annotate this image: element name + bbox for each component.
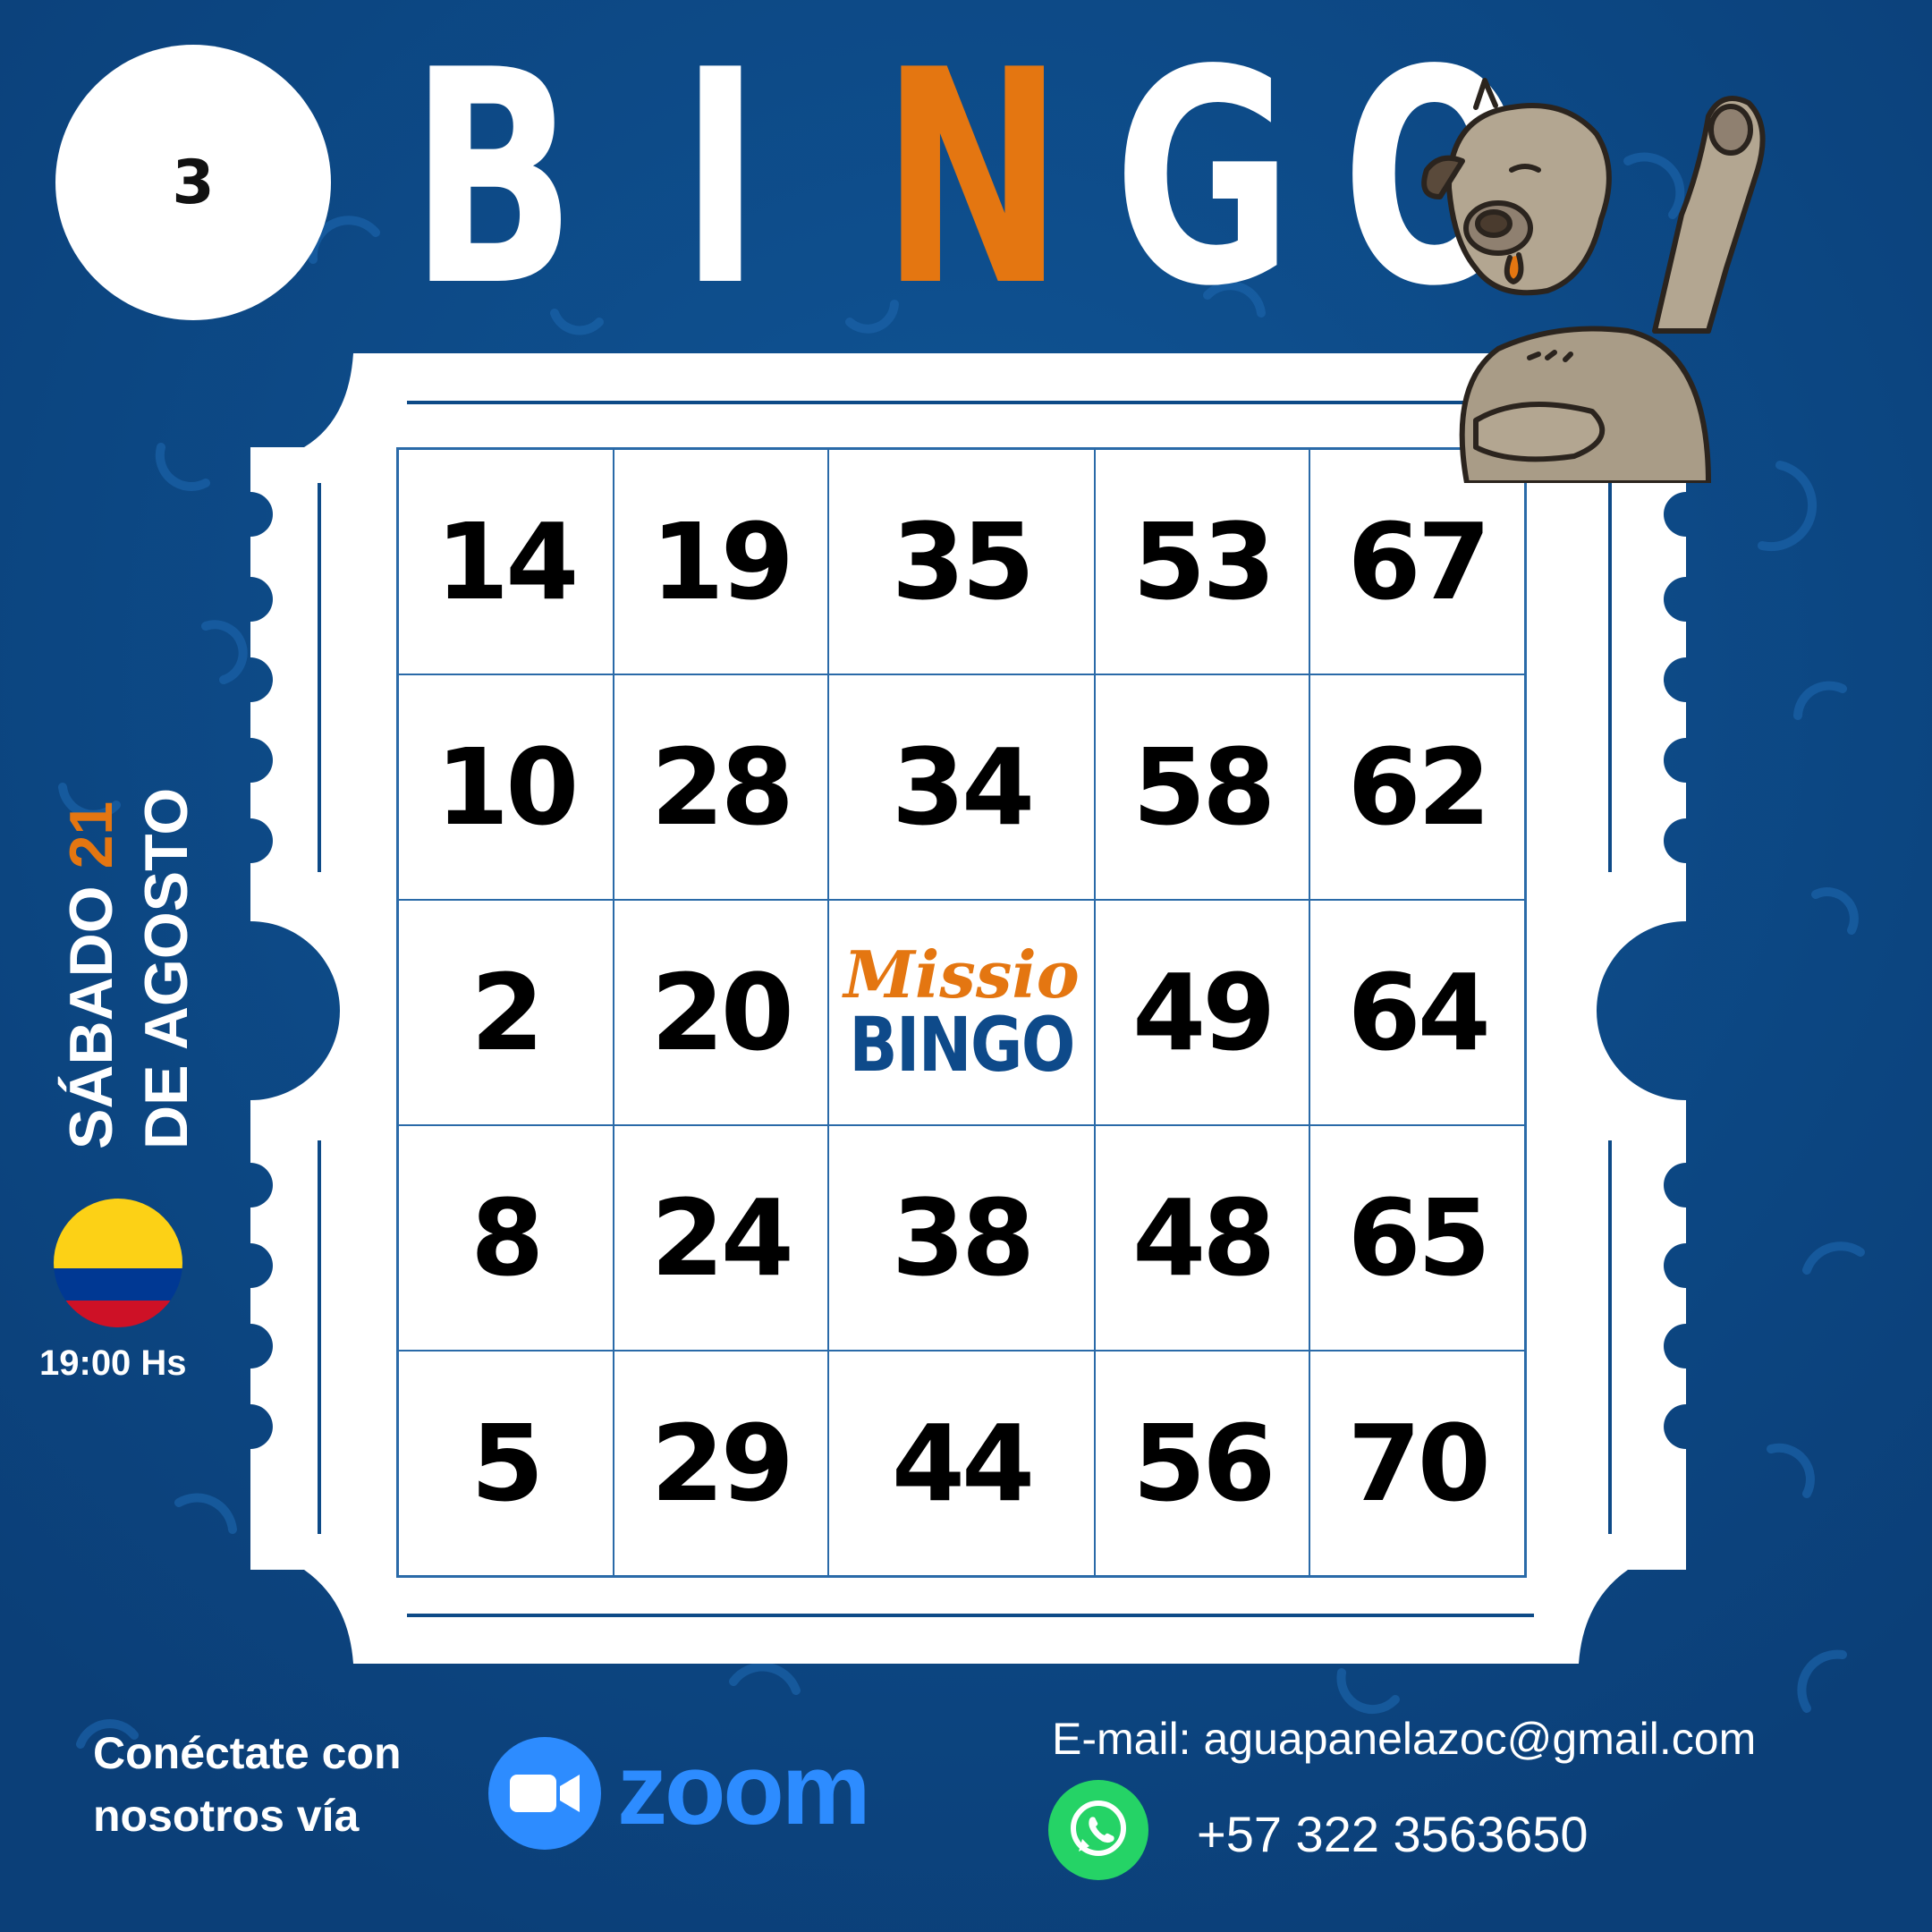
grid-cell[interactable]: 19 (613, 449, 829, 674)
event-month: DE AGOSTO (132, 787, 200, 1149)
grid-cell[interactable]: 48 (1094, 1125, 1310, 1351)
grid-cell[interactable]: 5 (398, 1351, 614, 1576)
grid-cell[interactable]: 56 (1094, 1351, 1310, 1576)
event-date: SÁBADO 21 DE AGOSTO (54, 702, 233, 1149)
grid-cell[interactable]: 34 (828, 674, 1095, 900)
colombia-flag-icon (54, 1199, 182, 1327)
grid-cell[interactable]: 24 (613, 1125, 829, 1351)
grid-cell[interactable]: 53 (1094, 449, 1310, 674)
grid-cell[interactable]: 65 (1309, 1125, 1525, 1351)
free-space-line2: BINGO (849, 1001, 1075, 1089)
grid-cell[interactable]: 35 (828, 449, 1095, 674)
event-time: 19:00 Hs (39, 1343, 187, 1383)
free-space-logo: Missio BINGO (828, 900, 1095, 1125)
event-day-line: SÁBADO 21 (54, 702, 129, 1149)
bear-mascot (1421, 78, 1766, 483)
grid-cell[interactable]: 8 (398, 1125, 614, 1351)
bingo-grid: 14 19 35 53 67 10 28 34 58 62 2 20 Missi… (396, 447, 1527, 1578)
whatsapp-icon[interactable] (1048, 1780, 1148, 1880)
title-letter-n: N (881, 7, 1064, 351)
event-date-number: 21 (57, 801, 125, 869)
grid-cell[interactable]: 44 (828, 1351, 1095, 1576)
grid-cell[interactable]: 28 (613, 674, 829, 900)
zoom-icon[interactable] (488, 1737, 601, 1850)
title-letter-b: B (410, 7, 577, 351)
grid-cell[interactable]: 2 (398, 900, 614, 1125)
title-letter-i: I (680, 7, 761, 351)
free-space-line1: Missio (843, 936, 1080, 1013)
connect-line1: Conéctate con (93, 1728, 402, 1778)
card-number: 3 (172, 147, 215, 218)
grid-cell[interactable]: 29 (613, 1351, 829, 1576)
email-text[interactable]: E-mail: aguapanelazoc@gmail.com (1052, 1713, 1756, 1765)
connect-text: Conéctate con nosotros vía (93, 1722, 504, 1847)
card-number-badge: 3 (55, 45, 331, 320)
grid-cell[interactable]: 62 (1309, 674, 1525, 900)
grid-cell[interactable]: 49 (1094, 900, 1310, 1125)
grid-cell[interactable]: 64 (1309, 900, 1525, 1125)
title-letter-g: G (1114, 7, 1293, 351)
grid-cell[interactable]: 38 (828, 1125, 1095, 1351)
grid-cell[interactable]: 58 (1094, 674, 1310, 900)
phone-number[interactable]: +57 322 3563650 (1197, 1805, 1589, 1863)
grid-cell[interactable]: 70 (1309, 1351, 1525, 1576)
event-day: SÁBADO (57, 886, 125, 1149)
grid-cell[interactable]: 20 (613, 900, 829, 1125)
zoom-label[interactable]: zoom (617, 1740, 870, 1840)
grid-cell[interactable]: 14 (398, 449, 614, 674)
grid-cell[interactable]: 10 (398, 674, 614, 900)
connect-line2: nosotros vía (93, 1791, 360, 1841)
